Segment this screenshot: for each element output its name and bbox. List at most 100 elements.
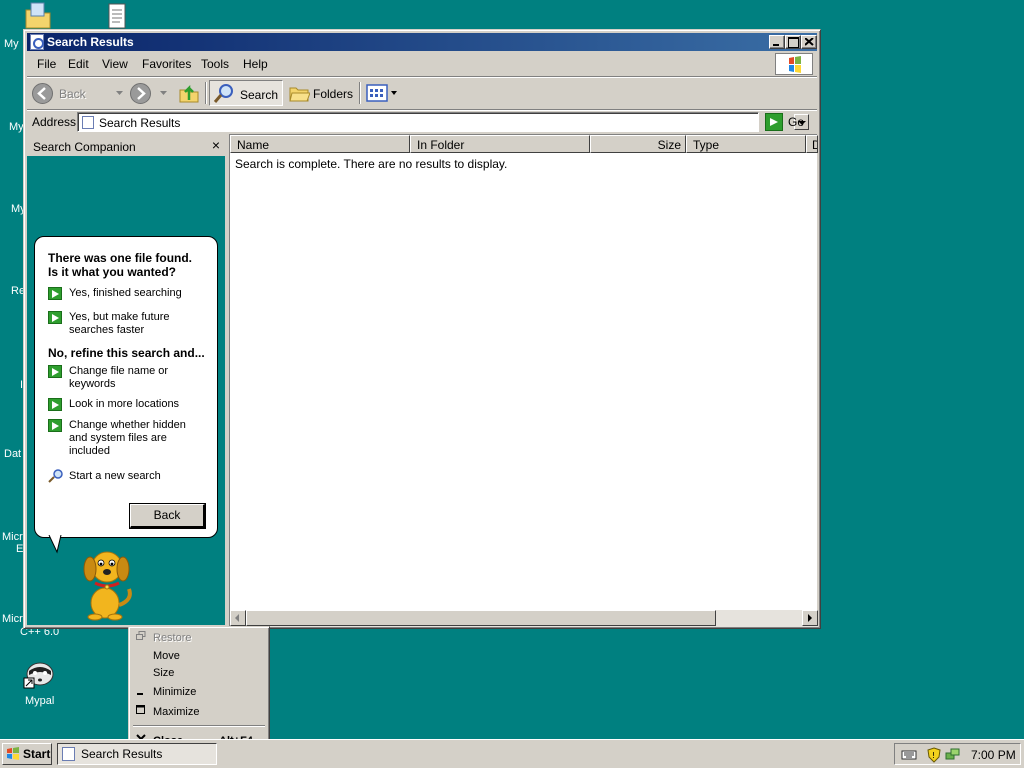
toolbar-separator (205, 82, 207, 104)
companion-header: Search Companion × (27, 135, 225, 156)
windows-flag-icon (789, 56, 801, 73)
address-value: Search Results (99, 116, 181, 130)
speech-bubble-tail (48, 535, 62, 554)
desktop-label-visual-cpp[interactable]: Micr (2, 613, 23, 625)
start-label: Start (23, 747, 51, 761)
menu-file[interactable]: File (37, 57, 56, 71)
back-button[interactable]: Back (30, 80, 100, 106)
horizontal-scrollbar[interactable] (230, 610, 818, 627)
folders-button[interactable]: Folders (285, 80, 355, 106)
menu-help[interactable]: Help (243, 57, 268, 71)
scroll-left-button[interactable] (230, 610, 246, 626)
taskbar-button-label: Search Results (81, 747, 163, 761)
go-button[interactable]: Go (763, 111, 813, 133)
column-header-type[interactable]: Type (686, 135, 806, 153)
menu-edit[interactable]: Edit (68, 57, 89, 71)
security-shield-icon[interactable]: ! (927, 747, 941, 763)
keyboard-icon[interactable] (901, 747, 917, 761)
companion-speech-bubble: There was one file found. Is it what you… (34, 236, 218, 538)
results-list[interactable]: Name In Folder Size Type D Search is com… (229, 134, 818, 627)
magnifier-icon (48, 469, 63, 483)
taskbar-button-search-results[interactable]: Search Results (57, 743, 217, 765)
up-folder-button[interactable] (175, 80, 201, 106)
up-folder-icon (179, 84, 199, 103)
minimize-button[interactable] (769, 35, 785, 49)
column-header-in-folder[interactable]: In Folder (410, 135, 590, 153)
desktop-label-microsoft-app[interactable]: Micr (2, 531, 23, 543)
folders-label: Folders (313, 87, 354, 101)
search-results-window: Search Results File Edit View Favorites … (23, 29, 821, 629)
forward-dropdown-icon[interactable] (160, 91, 167, 95)
green-arrow-icon (48, 419, 62, 432)
column-header-name[interactable]: Name (230, 135, 410, 153)
companion-title: Search Companion (33, 140, 136, 154)
scroll-right-button[interactable] (802, 610, 818, 626)
go-label: Go (788, 115, 805, 129)
taskbar-clock[interactable]: 7:00 PM (971, 748, 1016, 762)
views-button[interactable] (363, 80, 397, 106)
search-dog-rover-icon[interactable] (77, 545, 137, 621)
result-heading-line1: There was one file found. (48, 251, 193, 265)
search-window-icon[interactable] (30, 34, 44, 50)
close-button[interactable] (801, 35, 817, 49)
search-button[interactable]: Search (209, 80, 283, 106)
close-icon (805, 38, 814, 46)
companion-back-button[interactable]: Back (129, 503, 206, 529)
taskbar: Start Search Results ! 7:00 PM (0, 739, 1024, 768)
notepad-document-icon[interactable] (107, 3, 127, 29)
desktop-label-database[interactable]: Dat (4, 448, 21, 460)
green-arrow-icon (48, 398, 62, 411)
menu-favorites[interactable]: Favorites (142, 57, 191, 71)
toolbar-separator-2 (359, 82, 361, 104)
title-bar[interactable]: Search Results (27, 33, 817, 51)
my-documents-icon[interactable] (24, 0, 52, 30)
menu-item-size[interactable]: Size (132, 664, 266, 682)
search-label: Search (240, 88, 279, 102)
maximize-icon (136, 705, 145, 714)
green-arrow-icon (48, 287, 62, 300)
menu-bar: File Edit View Favorites Tools Help (27, 53, 817, 75)
views-dropdown-icon (391, 91, 397, 95)
back-arrow-icon (32, 83, 53, 104)
menu-view[interactable]: View (102, 57, 128, 71)
desktop-label-mypal[interactable]: Mypal (25, 695, 54, 707)
views-icon (366, 84, 388, 102)
column-header-date[interactable]: D (806, 135, 818, 153)
green-arrow-icon (48, 365, 62, 378)
desktop-label-my-computer[interactable]: My (9, 121, 24, 133)
menu-item-move[interactable]: Move (132, 647, 266, 665)
search-window-icon (62, 747, 75, 761)
forward-button[interactable] (128, 80, 152, 106)
svg-text:!: ! (932, 751, 935, 760)
start-button[interactable]: Start (2, 743, 52, 765)
go-arrow-icon (765, 113, 783, 131)
maximize-button[interactable] (785, 35, 801, 49)
menu-tools[interactable]: Tools (201, 57, 229, 71)
menu-item-maximize[interactable]: Maximize (132, 703, 266, 721)
address-bar: Address Search Results Go (27, 111, 817, 133)
network-connection-icon[interactable] (945, 747, 961, 763)
mypal-raccoon-icon[interactable] (22, 658, 56, 690)
address-label: Address (32, 115, 77, 129)
window-title: Search Results (47, 35, 134, 49)
back-dropdown-icon[interactable] (116, 91, 123, 95)
scroll-right-icon (808, 614, 812, 622)
result-heading-line2: Is it what you wanted? (48, 265, 177, 279)
refine-heading: No, refine this search and... (48, 346, 205, 360)
search-companion-pane: Search Companion × There was one file fo… (27, 135, 225, 625)
menu-item-restore[interactable]: Restore (132, 629, 266, 647)
scroll-thumb[interactable] (246, 610, 716, 626)
windows-flag-icon (7, 747, 19, 760)
companion-close-icon[interactable]: × (212, 137, 220, 153)
scroll-left-icon (235, 614, 239, 622)
menu-item-minimize[interactable]: Minimize (132, 683, 266, 701)
search-icon (213, 84, 233, 103)
window-system-menu: Restore Move Size Minimize Maximize Clos… (128, 626, 270, 754)
forward-arrow-icon (130, 83, 151, 104)
address-input[interactable]: Search Results (77, 112, 809, 132)
minimize-icon (137, 693, 143, 695)
system-menu-separator (133, 725, 265, 727)
folders-icon (289, 87, 310, 102)
desktop-label-my-documents[interactable]: My (4, 38, 19, 50)
column-header-size[interactable]: Size (590, 135, 686, 153)
